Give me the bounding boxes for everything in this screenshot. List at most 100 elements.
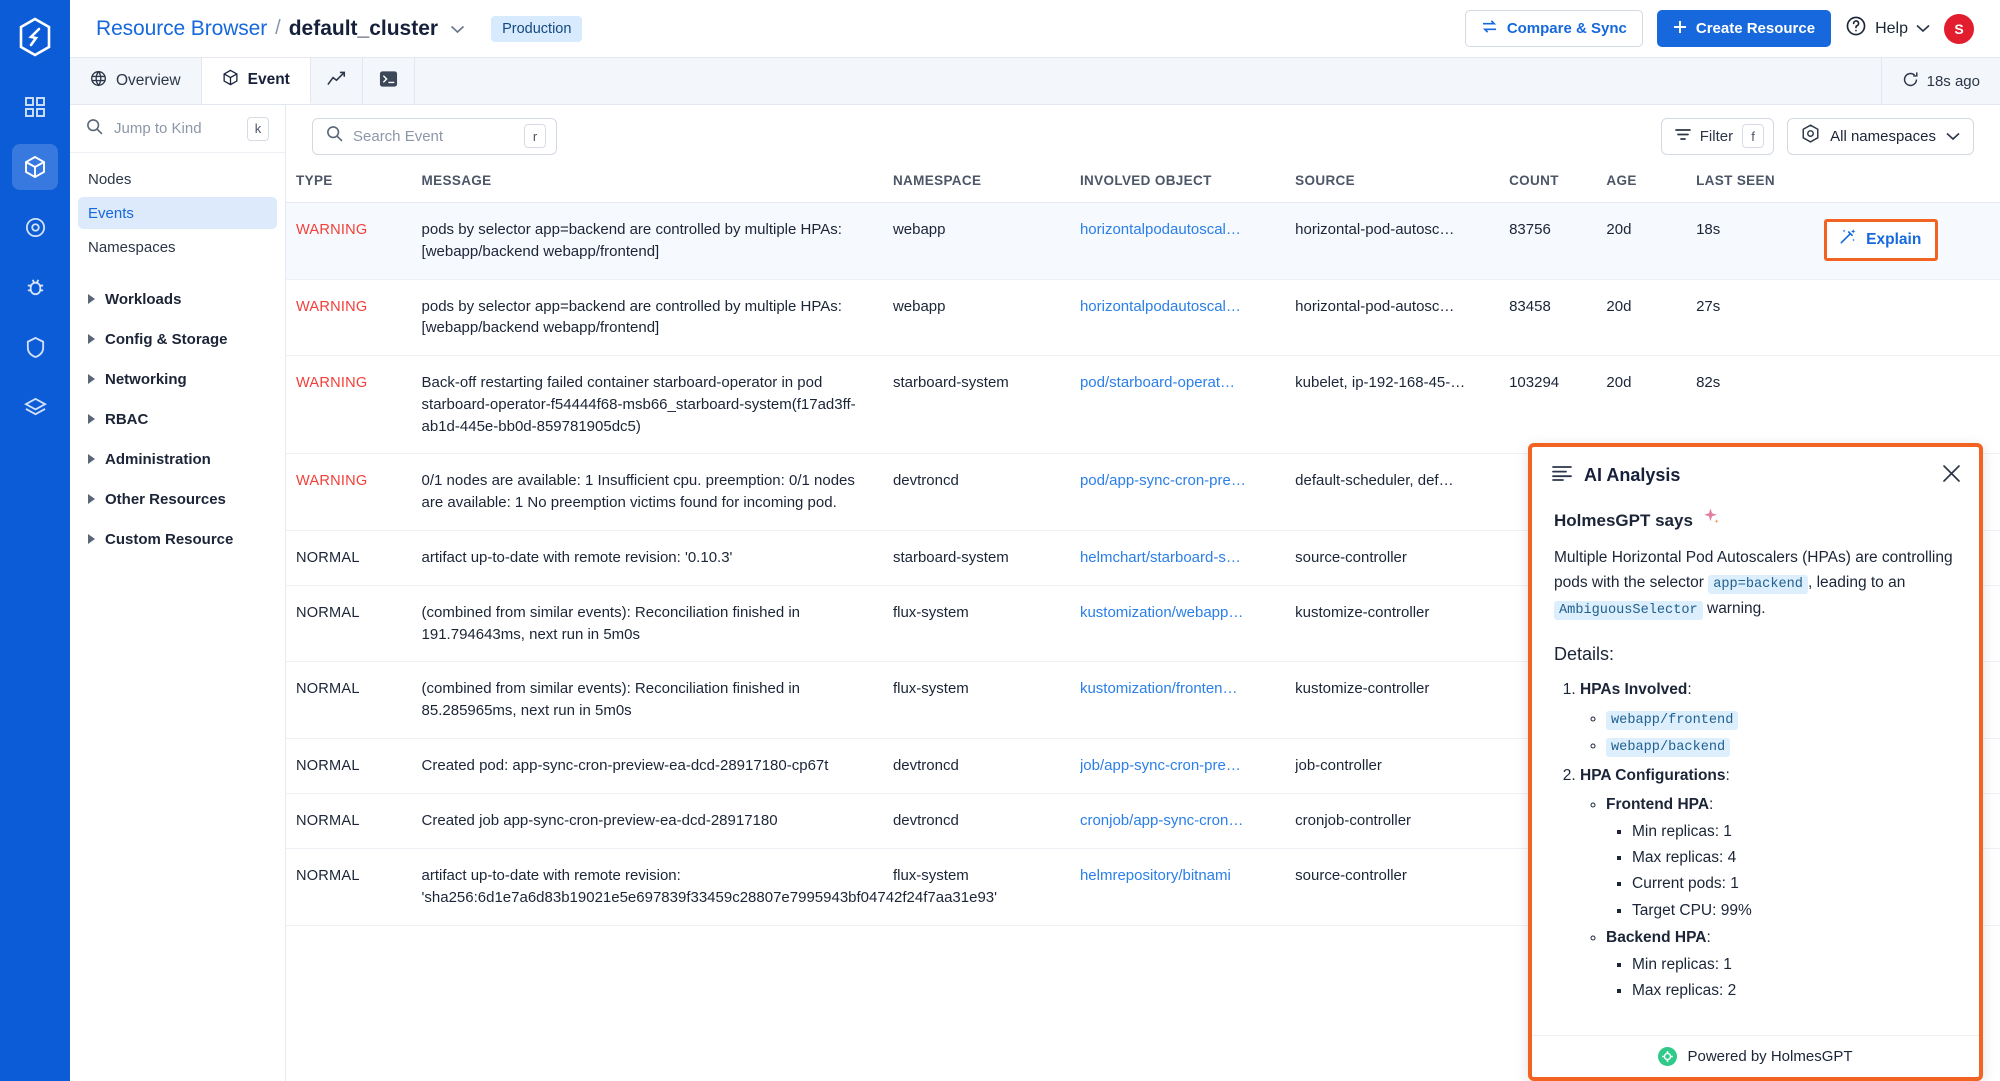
tab-terminal[interactable] bbox=[363, 58, 415, 104]
col-type[interactable]: TYPE bbox=[286, 167, 412, 203]
namespace-selector[interactable]: All namespaces bbox=[1787, 117, 1974, 155]
cluster-chevron-down-icon[interactable] bbox=[450, 21, 465, 37]
cell-type: WARNING bbox=[286, 202, 412, 280]
sidebar-group-config-storage[interactable]: Config & Storage bbox=[78, 321, 277, 357]
col-namespace[interactable]: NAMESPACE bbox=[882, 167, 1070, 203]
sidebar-group-custom-resource[interactable]: Custom Resource bbox=[78, 521, 277, 557]
explain-button[interactable]: Explain bbox=[1824, 219, 1939, 261]
involved-object-link[interactable]: cronjob/app-sync-cron… bbox=[1080, 810, 1275, 832]
refresh-status[interactable]: 18s ago bbox=[1880, 58, 2000, 104]
rail-item-shield[interactable] bbox=[12, 324, 58, 370]
cell-namespace: flux-system bbox=[882, 661, 1070, 739]
sparkle-icon bbox=[1701, 507, 1720, 535]
globe-icon bbox=[90, 70, 107, 92]
list-item: Min replicas: 1 bbox=[1632, 952, 1957, 977]
sidebar-group-rbac[interactable]: RBAC bbox=[78, 401, 277, 437]
cell-involved-object[interactable]: helmchart/starboard-s… bbox=[1069, 530, 1286, 586]
cell-involved-object[interactable]: helmrepository/bitnami bbox=[1069, 848, 1286, 926]
search-event-input[interactable]: Search Event r bbox=[312, 117, 557, 155]
sidebar-item-nodes[interactable]: Nodes bbox=[78, 163, 277, 195]
cell-type: NORMAL bbox=[286, 848, 412, 926]
top-header: Resource Browser / default_cluster Produ… bbox=[70, 0, 2000, 58]
holmesgpt-logo-icon bbox=[1658, 1047, 1678, 1066]
ai-panel-body: HolmesGPT says Multiple Horizontal Pod A… bbox=[1532, 503, 1979, 1035]
tab-event[interactable]: Event bbox=[201, 58, 311, 104]
create-resource-button[interactable]: Create Resource bbox=[1656, 10, 1832, 47]
tab-metrics[interactable] bbox=[311, 58, 363, 104]
compare-sync-button[interactable]: Compare & Sync bbox=[1464, 10, 1643, 47]
col-source[interactable]: SOURCE bbox=[1285, 167, 1500, 203]
involved-object-link[interactable]: helmrepository/bitnami bbox=[1080, 865, 1275, 887]
col-age[interactable]: AGE bbox=[1596, 167, 1687, 203]
involved-object-link[interactable]: helmchart/starboard-s… bbox=[1080, 547, 1275, 569]
cell-involved-object[interactable]: horizontalpodautoscal… bbox=[1069, 202, 1286, 280]
table-row[interactable]: WARNING pods by selector app=backend are… bbox=[286, 202, 2000, 280]
create-resource-label: Create Resource bbox=[1695, 20, 1816, 37]
cell-involved-object[interactable]: horizontalpodautoscal… bbox=[1069, 279, 1286, 356]
sidebar-group-networking[interactable]: Networking bbox=[78, 361, 277, 397]
rail-item-bug[interactable] bbox=[12, 264, 58, 310]
involved-object-link[interactable]: kustomization/fronten… bbox=[1080, 678, 1275, 700]
app-root: Resource Browser / default_cluster Produ… bbox=[0, 0, 2000, 1081]
hpas-involved-label: HPAs Involved bbox=[1580, 680, 1688, 698]
involved-object-link[interactable]: horizontalpodautoscal… bbox=[1080, 219, 1275, 241]
table-row[interactable]: WARNING Back-off restarting failed conta… bbox=[286, 355, 2000, 455]
close-icon[interactable] bbox=[1942, 464, 1961, 487]
col-message[interactable]: MESSAGE bbox=[411, 167, 883, 203]
sidebar-group-administration[interactable]: Administration bbox=[78, 441, 277, 477]
help-menu[interactable]: Help bbox=[1845, 15, 1930, 42]
summary-code-selector: app=backend bbox=[1708, 574, 1808, 594]
hpa-configurations-label: HPA Configurations bbox=[1580, 766, 1726, 784]
involved-object-link[interactable]: job/app-sync-cron-pre… bbox=[1080, 755, 1275, 777]
rail-item-target[interactable] bbox=[12, 204, 58, 250]
cell-involved-object[interactable]: cronjob/app-sync-cron… bbox=[1069, 793, 1286, 850]
cell-type: WARNING bbox=[286, 453, 412, 531]
involved-object-link[interactable]: pod/app-sync-cron-pre… bbox=[1080, 470, 1275, 492]
event-type-badge: WARNING bbox=[296, 473, 368, 490]
jump-to-kind-shortcut: k bbox=[247, 116, 269, 141]
detail-item-hpa-configurations: HPA Configurations: Frontend HPA: Min re… bbox=[1580, 763, 1957, 1003]
col-involved-object[interactable]: INVOLVED OBJECT bbox=[1069, 167, 1286, 203]
involved-object-link[interactable]: kustomization/webapp… bbox=[1080, 602, 1275, 624]
cell-source: source-controller bbox=[1285, 848, 1500, 926]
environment-badge: Production bbox=[491, 15, 583, 42]
ai-details-list: HPAs Involved: webapp/frontend webapp/ba… bbox=[1580, 677, 1957, 1003]
filter-button[interactable]: Filter f bbox=[1660, 117, 1775, 155]
cell-source: source-controller bbox=[1285, 530, 1500, 586]
col-last-seen[interactable]: LAST SEEN bbox=[1686, 167, 1815, 203]
sidebar-item-label: Events bbox=[88, 204, 134, 222]
avatar[interactable]: S bbox=[1944, 13, 1974, 44]
list-item: Max replicas: 2 bbox=[1632, 978, 1957, 1003]
rail-item-apps-grid[interactable] bbox=[12, 84, 58, 130]
breadcrumb-root[interactable]: Resource Browser bbox=[96, 17, 267, 41]
sidebar-group-workloads[interactable]: Workloads bbox=[78, 281, 277, 317]
event-type-badge: NORMAL bbox=[296, 604, 360, 621]
cell-namespace: devtroncd bbox=[882, 453, 1070, 531]
rail-item-layers[interactable] bbox=[12, 384, 58, 430]
tab-overview[interactable]: Overview bbox=[70, 58, 202, 104]
source-text: default-scheduler, def… bbox=[1295, 472, 1454, 490]
jump-to-kind-input[interactable]: Jump to Kind k bbox=[70, 105, 285, 153]
powered-by-label: Powered by HolmesGPT bbox=[1687, 1048, 1853, 1065]
cell-involved-object[interactable]: pod/starboard-operat… bbox=[1069, 355, 1286, 455]
table-row[interactable]: WARNING pods by selector app=backend are… bbox=[286, 279, 2000, 356]
involved-object-link[interactable]: pod/starboard-operat… bbox=[1080, 372, 1275, 394]
cell-source: job-controller bbox=[1285, 738, 1500, 795]
list-item: Current pods: 1 bbox=[1632, 871, 1957, 896]
ai-panel-header: AI Analysis bbox=[1532, 447, 1979, 503]
cell-involved-object[interactable]: kustomization/webapp… bbox=[1069, 585, 1286, 663]
cell-involved-object[interactable]: job/app-sync-cron-pre… bbox=[1069, 738, 1286, 795]
cell-involved-object[interactable]: kustomization/fronten… bbox=[1069, 661, 1286, 739]
cell-namespace: starboard-system bbox=[882, 530, 1070, 586]
col-count[interactable]: COUNT bbox=[1499, 167, 1597, 203]
involved-object-link[interactable]: horizontalpodautoscal… bbox=[1080, 296, 1275, 318]
sidebar-item-events[interactable]: Events bbox=[78, 197, 277, 229]
sparkle-wand-icon bbox=[1838, 227, 1857, 253]
cell-involved-object[interactable]: pod/app-sync-cron-pre… bbox=[1069, 453, 1286, 531]
devtron-logo[interactable] bbox=[12, 14, 58, 60]
compare-sync-label: Compare & Sync bbox=[1506, 20, 1627, 37]
rail-item-resource-browser[interactable] bbox=[12, 144, 58, 190]
sidebar-item-namespaces[interactable]: Namespaces bbox=[78, 231, 277, 263]
sidebar-group-other-resources[interactable]: Other Resources bbox=[78, 481, 277, 517]
list-item: Backend HPA: Min replicas: 1 Max replica… bbox=[1606, 925, 1957, 1003]
